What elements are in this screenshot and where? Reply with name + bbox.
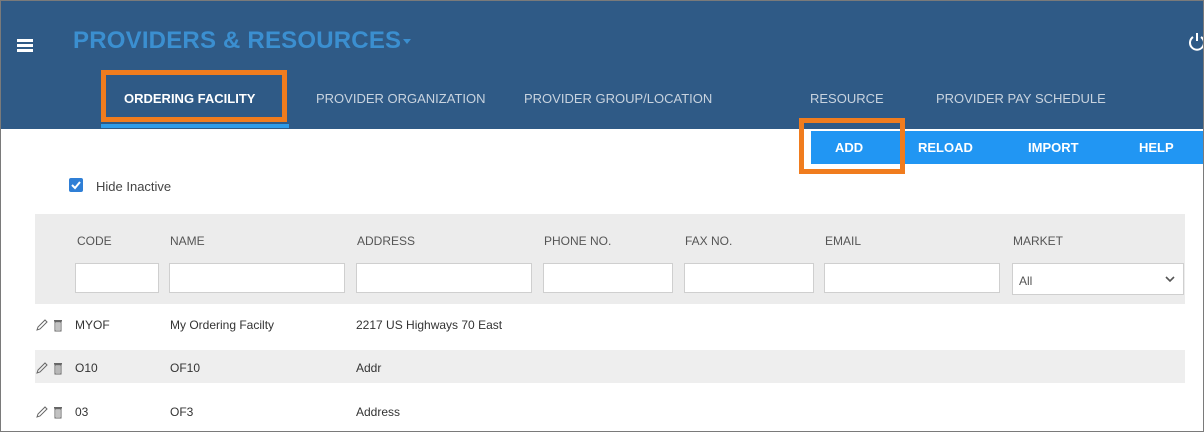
pencil-icon[interactable] xyxy=(35,405,49,419)
row-address: Address xyxy=(356,405,401,419)
row-address: 2217 US Highways 70 East xyxy=(356,318,503,332)
highlight-box-add xyxy=(799,118,905,174)
row-code: O10 xyxy=(75,361,98,375)
column-header-phone[interactable]: PHONE NO. xyxy=(544,234,611,248)
phone-filter-input[interactable] xyxy=(543,263,673,293)
fax-filter-input[interactable] xyxy=(684,263,814,293)
reload-button[interactable]: RELOAD xyxy=(918,140,973,155)
tab-provider-group-location[interactable]: PROVIDER GROUP/LOCATION xyxy=(524,91,712,106)
trash-icon[interactable] xyxy=(53,405,63,419)
row-code: MYOF xyxy=(75,318,110,332)
row-name: My Ordering Facilty xyxy=(170,318,275,332)
row-address: Addr xyxy=(356,361,382,375)
address-filter-input[interactable] xyxy=(356,263,532,293)
caret-down-icon xyxy=(403,39,412,45)
help-button[interactable]: HELP xyxy=(1139,140,1174,155)
app-window: PROVIDERS & RESOURCES ORDERING FACILITY … xyxy=(0,0,1204,432)
row-name: OF10 xyxy=(170,361,201,375)
highlight-box-ordering-facility xyxy=(101,70,287,122)
table-row[interactable]: O10 OF10 Addr xyxy=(35,350,1185,383)
row-name: OF3 xyxy=(170,405,194,419)
column-header-code[interactable]: CODE xyxy=(77,234,112,248)
column-header-name[interactable]: NAME xyxy=(170,234,205,248)
table-row[interactable]: MYOF My Ordering Facilty 2217 US Highway… xyxy=(35,307,1185,340)
column-header-market[interactable]: MARKET xyxy=(1013,234,1063,248)
table-row[interactable]: 03 OF3 Address xyxy=(35,394,1185,427)
market-filter-value: All xyxy=(1019,274,1033,288)
active-tab-indicator xyxy=(101,124,289,128)
trash-icon[interactable] xyxy=(53,361,63,375)
name-filter-input[interactable] xyxy=(169,263,345,293)
pencil-icon[interactable] xyxy=(35,318,49,332)
hide-inactive-checkbox[interactable] xyxy=(69,178,83,192)
column-header-email[interactable]: EMAIL xyxy=(825,234,861,248)
tab-provider-organization[interactable]: PROVIDER ORGANIZATION xyxy=(316,91,486,106)
email-filter-input[interactable] xyxy=(824,263,1000,293)
tab-provider-pay-schedule[interactable]: PROVIDER PAY SCHEDULE xyxy=(936,91,1106,106)
pencil-icon[interactable] xyxy=(35,361,49,375)
hamburger-menu-icon[interactable] xyxy=(17,39,33,52)
code-filter-input[interactable] xyxy=(75,263,159,293)
chevron-down-icon xyxy=(1165,276,1175,283)
checkmark-icon xyxy=(71,181,81,190)
import-button[interactable]: IMPORT xyxy=(1028,140,1079,155)
tab-resource[interactable]: RESOURCE xyxy=(810,91,884,106)
market-filter-select[interactable]: All xyxy=(1012,263,1184,295)
app-title-dropdown[interactable]: PROVIDERS & RESOURCES xyxy=(73,27,412,55)
app-title-text: PROVIDERS & RESOURCES xyxy=(73,27,402,54)
trash-icon[interactable] xyxy=(53,318,63,332)
row-code: 03 xyxy=(75,405,89,419)
column-header-address[interactable]: ADDRESS xyxy=(357,234,415,248)
hide-inactive-label: Hide Inactive xyxy=(96,179,172,194)
power-icon[interactable] xyxy=(1189,31,1204,51)
column-header-fax[interactable]: FAX NO. xyxy=(685,234,732,248)
